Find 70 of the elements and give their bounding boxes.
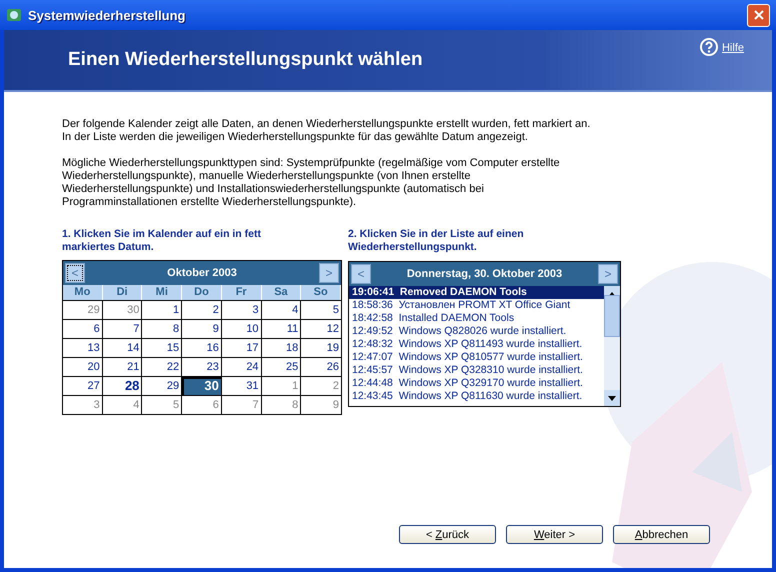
next-button[interactable]: Weiter > [506,525,603,544]
calendar-day[interactable]: 24 [222,357,262,376]
calendar-day[interactable]: 6 [182,395,222,414]
calendar-day[interactable]: 1 [142,300,182,319]
cancel-button[interactable]: Abbrechen [613,525,710,544]
calendar-day[interactable]: 29 [63,300,103,319]
app-icon [6,7,22,23]
help-link[interactable]: Hilfe [722,42,744,54]
calendar-day[interactable]: 8 [262,395,302,414]
calendar-day[interactable]: 1 [262,376,302,395]
calendar-day[interactable]: 4 [102,395,142,414]
calendar-day[interactable]: 21 [102,357,142,376]
calendar-day[interactable]: 2 [182,300,222,319]
calendar-day[interactable]: 15 [142,338,182,357]
restore-point-item[interactable]: 12:44:48 Windows XP Q329170 wurde installiert. [349,377,604,390]
calendar-day[interactable]: 7 [102,319,142,338]
calendar-day[interactable]: 20 [63,357,103,376]
calendar-day[interactable]: 22 [142,357,182,376]
calendar-day[interactable]: 31 [222,376,262,395]
weekday-header: Di [102,285,142,300]
calendar-day[interactable]: 28 [102,376,142,395]
calendar-day[interactable]: 3 [222,300,262,319]
calendar-day[interactable]: 11 [262,319,302,338]
calendar-day[interactable]: 30 [182,376,222,395]
step-instruction: 1. Klicken Sie im Kalender auf ein in fett markiertes Datum. [62,228,262,254]
close-icon [754,10,764,20]
calendar-day[interactable]: 16 [182,338,222,357]
restore-point-item[interactable]: 12:48:32 Windows XP Q811493 wurde installiert. [349,338,604,351]
back-button[interactable]: < Zurück [399,525,496,544]
intro-paragraph: Der folgende Kalender zeigt alle Daten, an denen Wiederherstellungspunkte erstellt wurden, fett markiert an. In der Liste werden die jeweiligen Wiederherstellungspunkte für das gewählte Datum angezeigt. [62,118,592,144]
step-instruction: 2. Klicken Sie in der Liste auf einen Wiederherstellungspunkt. [348,228,525,254]
date-title: Donnerstag, 30. Oktober 2003 [406,268,562,280]
restore-point-item[interactable]: 12:49:52 Windows Q828026 wurde installiert. [349,325,604,338]
weekday-header: Mi [142,285,182,300]
calendar-day[interactable]: 9 [182,319,222,338]
calendar-day[interactable]: 30 [102,300,142,319]
restore-point-item[interactable]: 12:43:45 Windows XP Q811630 wurde installiert. [349,390,604,403]
scroll-down-icon [608,396,616,400]
restore-point-item[interactable]: 19:06:41 Removed DAEMON Tools [349,286,604,299]
restore-point-item[interactable]: 12:47:07 Windows XP Q810577 wurde installiert. [349,351,604,364]
window-title: Systemwiederherstellung [28,8,186,22]
calendar-day[interactable]: 3 [63,395,103,414]
weekday-header: So [301,285,341,300]
intro-paragraph: Mögliche Wiederherstellungspunkttypen sind: Systemprüfpunkte (regelmäßige vom Computer erstellte Wiederherstellungspunkte), manuelle Wiederherstellungspunkte (von Ihnen erstellte Wiederherstellungspunkte) und Installationswiederherstellungspunkte (automatisch bei Programminstallationen erstellte Wiederherstellungspunkte). [62,157,561,209]
restore-point-item[interactable]: 18:58:36 Установлен PROMT XT Office Giant [349,299,604,312]
restore-point-item[interactable]: 12:45:57 Windows XP Q328310 wurde installiert. [349,364,604,377]
page-title: Einen Wiederherstellungspunkt wählen [68,49,424,71]
close-button[interactable] [747,4,770,26]
scrollbar[interactable] [604,286,620,406]
weekday-header: Fr [222,285,262,300]
calendar-day[interactable]: 25 [262,357,302,376]
weekday-header: Mo [63,285,103,300]
help-icon[interactable] [700,38,718,56]
calendar-day[interactable]: 14 [102,338,142,357]
restore-point-item[interactable]: 18:42:58 Installed DAEMON Tools [349,312,604,325]
calendar-day[interactable]: 17 [222,338,262,357]
calendar-day[interactable]: 29 [142,376,182,395]
calendar-day[interactable]: 18 [262,338,302,357]
calendar-day[interactable]: 27 [63,376,103,395]
calendar-day[interactable]: 8 [142,319,182,338]
calendar-day[interactable]: 5 [142,395,182,414]
calendar-day[interactable]: 6 [63,319,103,338]
weekday-header: Do [182,285,222,300]
weekday-header: Sa [262,285,302,300]
calendar-day[interactable]: 7 [222,395,262,414]
calendar-day[interactable]: 23 [182,357,222,376]
month-title: Oktober 2003 [167,267,237,279]
calendar-day[interactable]: 13 [63,338,103,357]
calendar-day[interactable]: 4 [262,300,302,319]
calendar-day[interactable]: 10 [222,319,262,338]
